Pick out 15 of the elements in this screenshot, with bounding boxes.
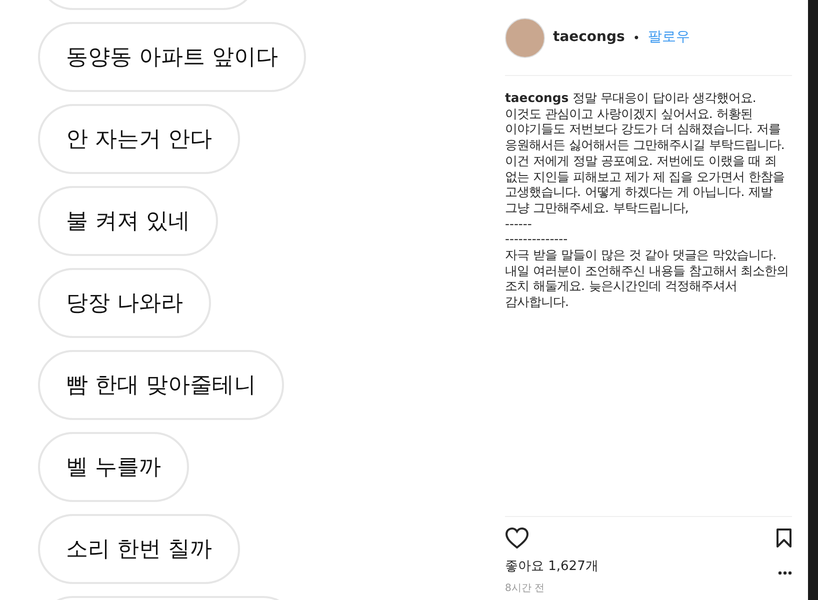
chat-bubble: 안 자는거 안다: [38, 104, 240, 174]
more-options-icon[interactable]: [778, 570, 792, 575]
heart-icon[interactable]: [505, 527, 529, 549]
chat-bubble: 불 켜져 있네: [38, 186, 218, 256]
username[interactable]: taecongs: [553, 27, 625, 48]
chat-bubble: 빰 한대 맞아줄테니: [38, 350, 284, 420]
bookmark-icon[interactable]: [776, 528, 792, 548]
chat-bubble: 동양동 아파트 앞이다: [38, 22, 306, 92]
likes-count[interactable]: 좋아요 1,627개: [505, 557, 598, 576]
chat-bubble: 벨 누를까: [38, 432, 189, 502]
chat-bubble: 당장 나와라: [38, 268, 211, 338]
post-time: 8시간 전: [505, 582, 546, 596]
caption-text: taecongs 정말 무대응이 답이라 생각했어요. 이것도 관심이고 사랑이겠지 싶어서요. 허황된 이야기들도 저번보다 강도가 더 심해졌습니다. 저를 응원해서든 싫어해서든 그만해주시길 부탁드립니다. 이건 저에게 정말 공포예요. 저번에도 이랬을 때 죄 없는 지인들 피해보고 제가 제 집을 오가면서 한참을 고생했습니다. 어떻게 하겠다는 게 아닙니다. 제발 그냥 그만해주세요. 부탁드립니다, ------ -------------- 자극 받을 말들이 많은 것 같아 댓글은 막았습니다. 내일 여러분이 조언해주신 내용들 참고해서 최소한의 조치 해둘게요. 늦은시간인데 걱정해주셔서 감사합니다.: [505, 90, 790, 310]
chat-bubble: 소리 한번 칠까: [38, 514, 240, 584]
separator-dot: •: [632, 30, 640, 46]
